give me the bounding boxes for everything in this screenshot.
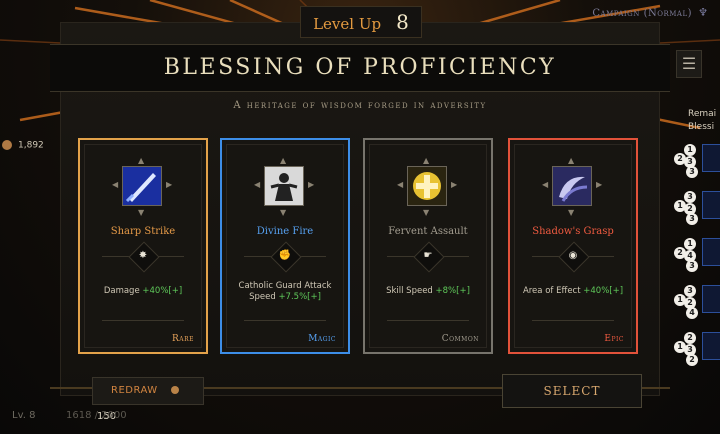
level-up-banner: Level Up 8 xyxy=(300,6,422,38)
player-level: Lv. 8 xyxy=(12,410,36,421)
remaining-label-line2: Blessi xyxy=(688,122,715,132)
gold-amount: 1,892 xyxy=(18,140,44,151)
level-number: 8 xyxy=(396,10,409,34)
blessing-count-badge: 1 xyxy=(684,238,696,250)
rarity-label: Rare xyxy=(171,334,194,344)
blessing-count-badge: 2 xyxy=(684,332,696,344)
stat-value: +40%[+] xyxy=(142,286,183,296)
title-banner: BLESSING OF PROFICIENCY xyxy=(50,44,670,92)
blessing-thumbnail-icon xyxy=(702,238,720,266)
stat-value: +7.5%[+] xyxy=(278,292,321,302)
remaining-blessing-slot: 1324 xyxy=(674,281,720,319)
blessing-card-sharp-strike[interactable]: ▲ ◀ ▶ ▼ Sharp Strike ✸ Damage +40%[+] Ra… xyxy=(78,138,208,354)
chevron-down-icon: ▼ xyxy=(423,208,430,217)
chevron-up-icon: ▲ xyxy=(568,156,575,165)
remaining-blessing-slot: 1232 xyxy=(674,328,720,366)
sword-slash-icon xyxy=(122,166,162,206)
blessing-card-fervent-assault[interactable]: ▲ ◀ ▶ ▼ Fervent Assault ☛ Skill Speed +8… xyxy=(363,138,493,354)
blessing-count-badge: 3 xyxy=(686,260,698,272)
holy-cross-icon xyxy=(407,166,447,206)
blessing-thumbnail-icon xyxy=(702,332,720,360)
card-name: Sharp Strike xyxy=(110,226,176,237)
chevron-left-icon: ◀ xyxy=(542,180,549,189)
blessing-thumbnail-icon xyxy=(702,191,720,219)
blessing-count-badge: 2 xyxy=(686,354,698,366)
stat-label: Area of Effect xyxy=(522,286,581,296)
blessing-count-badge: 3 xyxy=(686,166,698,178)
chevron-up-icon: ▲ xyxy=(280,156,287,165)
remaining-label-line1: Remai xyxy=(688,109,717,119)
gold-counter: 1,892 xyxy=(2,140,44,151)
chevron-left-icon: ◀ xyxy=(112,180,119,189)
chevron-right-icon: ▶ xyxy=(451,180,458,189)
burst-icon: ✸ xyxy=(138,250,148,261)
card-stat: Area of Effect +40%[+] xyxy=(516,286,630,297)
chevron-down-icon: ▼ xyxy=(568,208,575,217)
coin-icon xyxy=(2,140,12,150)
blessing-count-badge: 3 xyxy=(686,213,698,225)
fist-icon: ✊ xyxy=(278,250,292,261)
redraw-label: REDRAW xyxy=(111,385,158,396)
select-button[interactable]: SELECT xyxy=(502,374,642,408)
remaining-blessing-slot: 2133 xyxy=(674,140,720,178)
redraw-button[interactable]: REDRAW 150 xyxy=(92,377,204,422)
remaining-blessing-slot: 2143 xyxy=(674,234,720,272)
level-up-label: Level Up xyxy=(313,15,382,33)
blessing-count-badge: 3 xyxy=(684,285,696,297)
card-name: Divine Fire xyxy=(256,226,314,237)
stat-label: Skill Speed xyxy=(386,286,433,296)
blessing-count-badge: 1 xyxy=(684,144,696,156)
chevron-left-icon: ◀ xyxy=(397,180,404,189)
menu-button[interactable]: ☰ xyxy=(676,50,702,78)
shadow-claw-icon xyxy=(552,166,592,206)
campaign-mode-label: Campaign (Normal) xyxy=(592,8,692,19)
chevron-left-icon: ◀ xyxy=(254,180,261,189)
page-subtitle: A heritage of wisdom forged in adversity xyxy=(233,100,487,111)
rarity-label: Magic xyxy=(308,334,336,344)
chevron-right-icon: ▶ xyxy=(596,180,603,189)
blessing-card-divine-fire[interactable]: ▲ ◀ ▶ ▼ Divine Fire ✊ Catholic Guard Att… xyxy=(220,138,350,354)
blessing-count-badge: 4 xyxy=(686,307,698,319)
remaining-blessings-label: Remai Blessi xyxy=(688,108,716,134)
blessing-thumbnail-icon xyxy=(702,144,720,172)
chevron-down-icon: ▼ xyxy=(138,208,145,217)
chevron-up-icon: ▲ xyxy=(138,156,145,165)
experience-counter: 1618 / 2000 xyxy=(66,410,127,421)
chevron-down-icon: ▼ xyxy=(280,208,287,217)
card-stat: Damage +40%[+] xyxy=(86,286,200,297)
remaining-blessing-slot: 1323 xyxy=(674,187,720,225)
fast-hand-icon: ☛ xyxy=(423,250,433,261)
rarity-label: Epic xyxy=(604,334,624,344)
stat-value: +8%[+] xyxy=(435,286,470,296)
chevron-right-icon: ▶ xyxy=(166,180,173,189)
blessing-thumbnail-icon xyxy=(702,285,720,313)
chevron-right-icon: ▶ xyxy=(308,180,315,189)
rarity-label: Common xyxy=(441,334,479,344)
blessing-card-shadows-grasp[interactable]: ▲ ◀ ▶ ▼ Shadow's Grasp ◉ Area of Effect … xyxy=(508,138,638,354)
hamburger-icon: ☰ xyxy=(681,54,697,73)
chevron-up-icon: ▲ xyxy=(423,156,430,165)
guard-figure-icon xyxy=(264,166,304,206)
card-name: Fervent Assault xyxy=(388,226,468,237)
stat-label: Damage xyxy=(103,286,140,296)
page-title: BLESSING OF PROFICIENCY xyxy=(163,55,557,80)
card-stat: Skill Speed +8%[+] xyxy=(371,286,485,297)
coin-icon xyxy=(170,386,179,394)
area-eye-icon: ◉ xyxy=(568,250,578,261)
card-name: Shadow's Grasp xyxy=(532,226,614,237)
card-stat: Catholic Guard Attack Speed +7.5%[+] xyxy=(228,281,342,303)
stat-value: +40%[+] xyxy=(583,286,624,296)
horned-helmet-icon: ♆ xyxy=(698,6,708,19)
blessing-count-badge: 3 xyxy=(684,191,696,203)
